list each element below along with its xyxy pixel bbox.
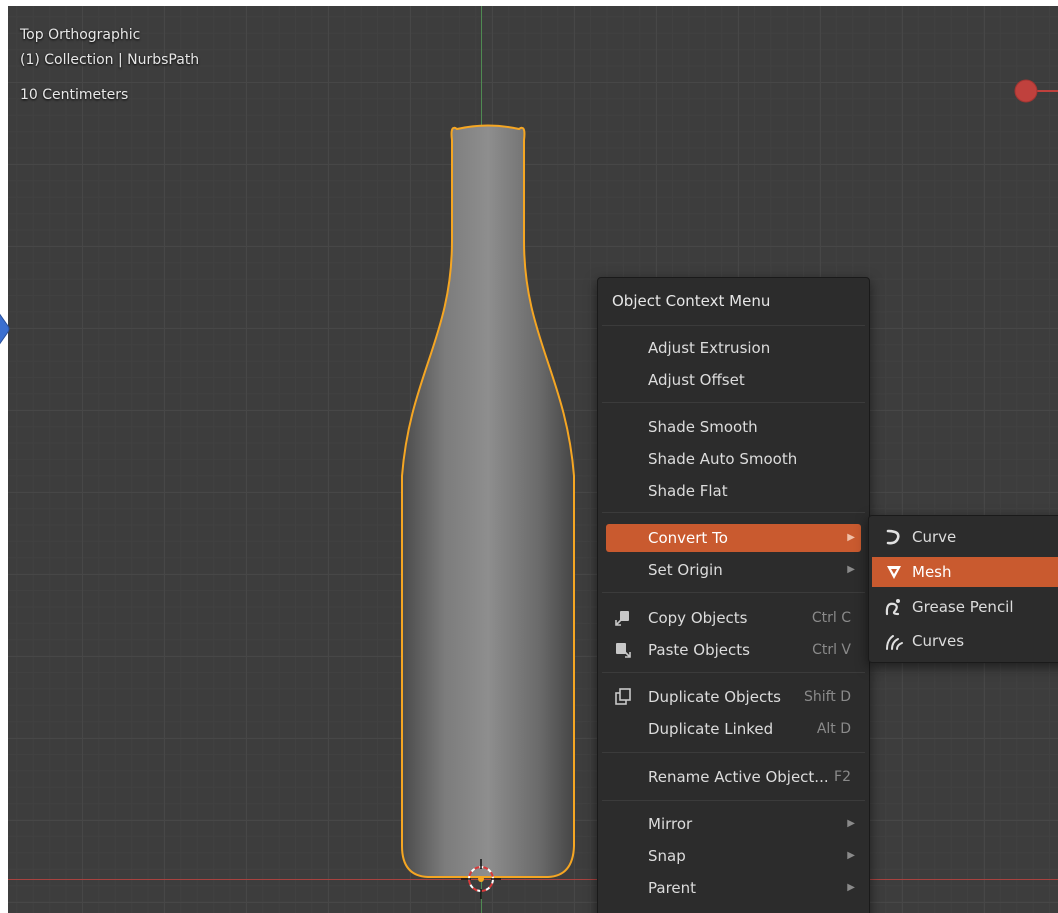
menu-item-shade-flat[interactable]: Shade Flat: [606, 477, 861, 505]
menu-item-duplicate-objects[interactable]: Duplicate Objects Shift D: [606, 683, 861, 711]
menu-item-label: Shade Auto Smooth: [648, 450, 798, 468]
submenu-arrow-icon: ▶: [847, 532, 855, 543]
menu-item-label: Duplicate Linked: [648, 720, 774, 738]
submenu-item-mesh[interactable]: Mesh: [872, 557, 1058, 587]
menu-title: Object Context Menu: [612, 292, 771, 310]
collection-info-label: (1) Collection | NurbsPath: [20, 52, 200, 68]
paste-icon: [616, 643, 631, 658]
menu-item-shade-auto-smooth[interactable]: Shade Auto Smooth: [606, 445, 861, 473]
submenu-item-curves[interactable]: Curves: [872, 626, 1058, 656]
submenu-item-label: Curves: [912, 632, 965, 650]
menu-item-label: Shade Smooth: [648, 418, 758, 436]
menu-item-paste-objects[interactable]: Paste Objects Ctrl V: [606, 636, 861, 664]
convert-to-submenu: Curve Mesh Grease Pencil Curves: [868, 515, 1058, 663]
menu-item-set-origin[interactable]: Set Origin ▶: [606, 556, 861, 584]
menu-item-shade-smooth[interactable]: Shade Smooth: [606, 413, 861, 441]
submenu-arrow-icon: ▶: [847, 818, 855, 829]
scale-label: 10 Centimeters: [20, 87, 129, 103]
menu-item-label: Copy Objects: [648, 609, 748, 627]
menu-item-label: Set Origin: [648, 561, 723, 579]
menu-item-label: Adjust Offset: [648, 371, 745, 389]
menu-separator: [602, 800, 865, 801]
menu-item-convert-to[interactable]: Convert To ▶: [606, 524, 861, 552]
shortcut-label: Ctrl V: [812, 642, 851, 658]
submenu-arrow-icon: ▶: [847, 850, 855, 861]
shortcut-label: F2: [834, 769, 851, 785]
menu-item-label: Duplicate Objects: [648, 688, 781, 706]
submenu-item-label: Grease Pencil: [912, 598, 1014, 616]
bottle-outline[interactable]: [401, 124, 575, 878]
menu-separator: [602, 325, 865, 326]
menu-item-label: Adjust Extrusion: [648, 339, 771, 357]
blender-window: Top Orthographic (1) Collection | NurbsP…: [0, 0, 1058, 913]
menu-separator: [602, 402, 865, 403]
3d-viewport[interactable]: Top Orthographic (1) Collection | NurbsP…: [8, 6, 1058, 913]
menu-separator: [602, 672, 865, 673]
menu-item-label: Shade Flat: [648, 482, 728, 500]
shortcut-label: Alt D: [816, 721, 851, 737]
menu-item-mirror[interactable]: Mirror ▶: [606, 810, 861, 838]
submenu-item-grease-pencil[interactable]: Grease Pencil: [872, 592, 1058, 622]
grease-pencil-icon: [885, 599, 900, 616]
object-context-menu: Object Context Menu Adjust Extrusion Adj…: [597, 277, 870, 913]
submenu-item-curve[interactable]: Curve: [872, 522, 1058, 552]
menu-item-label: Paste Objects: [648, 641, 750, 659]
x-axis-gizmo[interactable]: [1014, 79, 1058, 103]
menu-item-label: Rename Active Object...: [648, 768, 829, 786]
menu-item-adjust-extrusion[interactable]: Adjust Extrusion: [606, 334, 861, 362]
curves-icon: [886, 635, 903, 650]
menu-item-duplicate-linked[interactable]: Duplicate Linked Alt D: [606, 715, 861, 743]
menu-separator: [602, 752, 865, 753]
submenu-item-label: Mesh: [912, 563, 952, 581]
menu-item-copy-objects[interactable]: Copy Objects Ctrl C: [606, 604, 861, 632]
submenu-arrow-icon: ▶: [847, 882, 855, 893]
copy-icon: [615, 611, 629, 626]
bottle-object[interactable]: [8, 6, 1058, 913]
menu-item-label: Convert To: [648, 529, 728, 547]
mesh-icon: [887, 566, 901, 579]
shortcut-label: Shift D: [803, 689, 851, 705]
menu-item-label: Snap: [648, 847, 686, 865]
menu-item-label: Mirror: [648, 815, 693, 833]
shortcut-label: Ctrl C: [811, 610, 851, 626]
submenu-item-label: Curve: [912, 528, 957, 546]
view-name-label: Top Orthographic: [20, 27, 141, 43]
menu-item-rename-active-object[interactable]: Rename Active Object... F2: [606, 763, 861, 791]
menu-separator: [602, 592, 865, 593]
menu-item-adjust-offset[interactable]: Adjust Offset: [606, 366, 861, 394]
menu-item-parent[interactable]: Parent ▶: [606, 874, 861, 902]
menu-item-label: Parent: [648, 879, 697, 897]
menu-separator: [602, 512, 865, 513]
curve-icon: [886, 529, 900, 545]
navigation-widget-icon[interactable]: [0, 306, 14, 352]
menu-item-snap[interactable]: Snap ▶: [606, 842, 861, 870]
duplicate-icon: [615, 688, 631, 705]
submenu-arrow-icon: ▶: [847, 564, 855, 575]
